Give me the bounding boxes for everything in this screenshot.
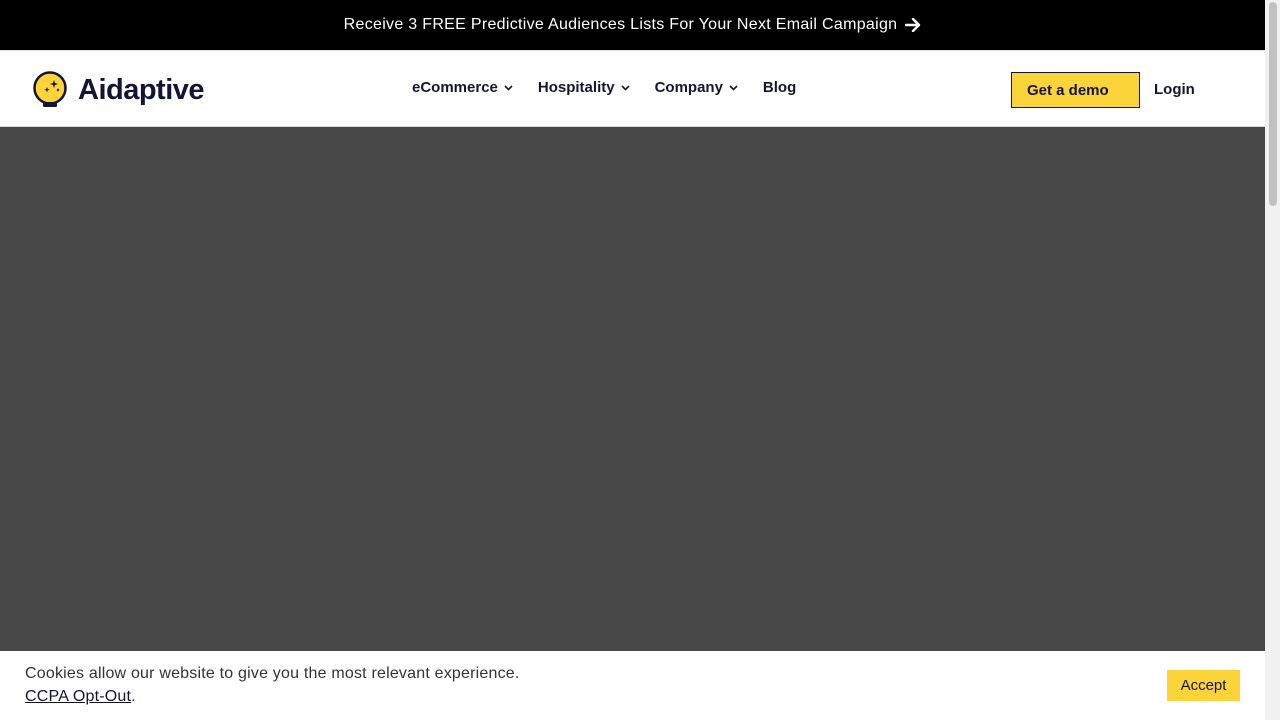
nav-item-label: Blog [762,79,797,96]
hero-section [0,127,1265,652]
nav-item-label: Company [654,79,723,96]
nav-item-hospitality[interactable]: Hospitality [538,79,630,96]
logo[interactable]: Aidaptive [32,70,205,110]
chevron-down-icon [621,84,630,91]
nav-item-blog[interactable]: Blog [763,79,796,96]
logo-icon [32,71,68,109]
page-scrollbar[interactable] [1265,0,1280,720]
arrow-right-icon[interactable] [905,18,921,32]
cookie-message-block: Cookies allow our website to give you th… [25,662,520,708]
cookie-link-line: CCPA Opt-Out. [25,685,520,708]
chevron-down-icon [729,84,738,91]
logo-text: Aidaptive [78,73,205,106]
announcement-text[interactable]: Receive 3 FREE Predictive Audiences List… [344,16,898,34]
nav-item-company[interactable]: Company [655,79,738,96]
nav-item-ecommerce[interactable]: eCommerce [412,79,513,96]
get-demo-button[interactable]: Get a demo [1011,72,1140,108]
login-link[interactable]: Login [1154,81,1195,98]
nav-item-label: eCommerce [412,79,498,96]
cookie-banner: Cookies allow our website to give you th… [0,651,1265,720]
nav-item-label: Hospitality [537,79,615,96]
ccpa-opt-out-link[interactable]: CCPA Opt-Out [25,688,131,705]
chevron-down-icon [504,84,513,91]
main-nav: eCommerce Hospitality Company Blog [412,79,796,96]
cookie-message: Cookies allow our website to give you th… [25,665,520,682]
page: Receive 3 FREE Predictive Audiences List… [0,0,1280,720]
cookie-link-suffix: . [131,688,136,705]
announcement-bar[interactable]: Receive 3 FREE Predictive Audiences List… [0,0,1265,50]
site-header: Aidaptive eCommerce Hospitality Company [0,50,1265,127]
scrollbar-thumb[interactable] [1269,2,1277,206]
accept-cookies-button[interactable]: Accept [1167,670,1240,701]
